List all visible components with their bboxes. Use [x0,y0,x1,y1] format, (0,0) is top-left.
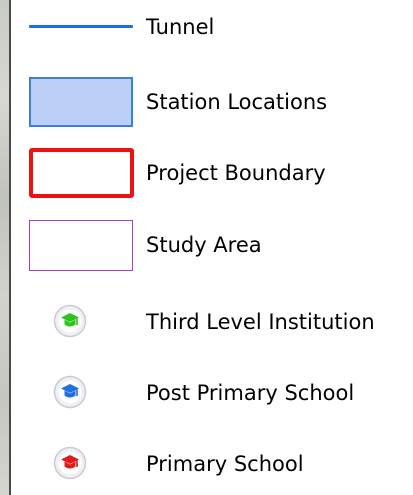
legend-label-primary-school: Primary School [146,452,304,476]
project-boundary-box-symbol [19,148,134,198]
station-locations-box-symbol [19,77,133,127]
graduation-cap-red-icon [53,446,87,480]
legend-label-project-boundary: Project Boundary [146,161,326,185]
legend-label-station-locations: Station Locations [146,90,328,114]
legend-label-third-level-institution: Third Level Institution [146,310,375,334]
legend-item-third-level-institution: Third Level Institution [11,297,413,347]
study-area-box-symbol [19,220,133,271]
legend-item-post-primary-school: Post Primary School [11,368,413,418]
graduation-cap-green-icon [53,304,87,338]
map-legend: Tunnel Station Locations Project Boundar… [11,0,413,495]
legend-item-station-locations: Station Locations [11,77,413,127]
legend-item-primary-school: Primary School [11,439,413,489]
legend-label-post-primary-school: Post Primary School [146,381,355,405]
legend-label-tunnel: Tunnel [146,15,215,39]
legend-item-project-boundary: Project Boundary [11,148,413,198]
map-background-edge [0,0,9,495]
legend-item-study-area: Study Area [11,220,413,271]
legend-item-tunnel: Tunnel [11,2,413,52]
graduation-cap-blue-icon [53,375,87,409]
tunnel-line-symbol [19,2,133,52]
legend-label-study-area: Study Area [146,233,262,257]
